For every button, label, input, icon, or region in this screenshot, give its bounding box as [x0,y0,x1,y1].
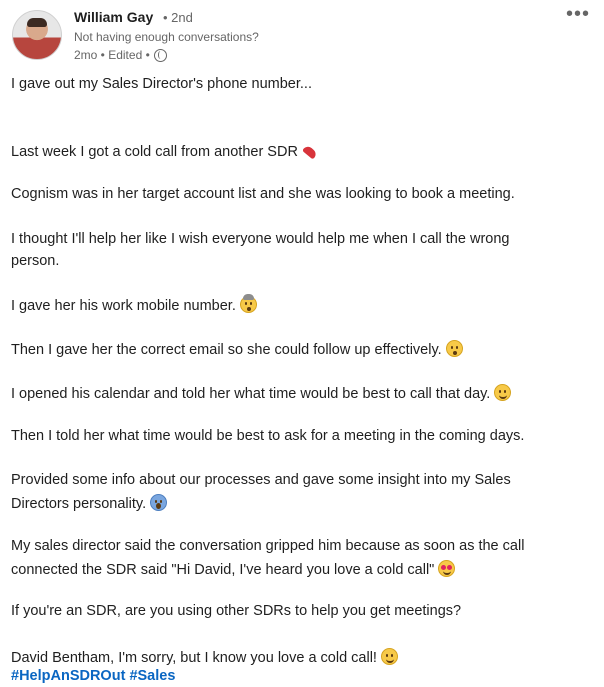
more-options-icon[interactable]: ••• [566,4,590,24]
telephone-receiver-icon [302,143,318,159]
post-line: My sales director said the conversation … [11,538,525,554]
smiling-face-icon [494,384,512,401]
post-line: Then I gave her the correct email so she… [11,340,463,358]
globe-icon [153,48,167,62]
post-line: I opened his calendar and told her what … [11,384,512,402]
post-line: connected the SDR said "Hi David, I've h… [11,560,456,578]
post-line: David Bentham, I'm sorry, but I know you… [11,648,398,666]
author-headline: Not having enough conversations? [74,30,259,44]
feed-post: William Gay • 2nd Not having enough conv… [0,0,604,687]
post-line: Provided some info about our processes a… [11,472,511,488]
connection-degree: • 2nd [163,10,193,25]
screaming-face-icon [150,494,168,511]
post-line: If you're an SDR, are you using other SD… [11,603,462,619]
post-line: I thought I'll help her like I wish ever… [11,231,510,247]
post-line: Cognism was in her target account list a… [11,186,515,202]
post-line: I gave her his work mobile number. [11,294,257,314]
avatar[interactable] [12,10,62,60]
post-line: Then I told her what time would be best … [11,428,525,444]
heart-eyes-icon [438,560,456,577]
author-name[interactable]: William Gay [74,9,153,25]
hashtag-link[interactable]: #HelpAnSDROut [11,668,125,684]
winking-face-icon [380,648,398,665]
post-line: Directors personality. [11,494,168,512]
hashtag-link[interactable]: #Sales [129,668,175,684]
post-meta: 2mo • Edited • [74,48,167,62]
post-line: Last week I got a cold call from another… [11,143,318,160]
exploding-head-icon [239,294,257,313]
hushed-face-icon [445,340,463,357]
post-time: 2mo • Edited • [74,48,150,62]
post-line: I gave out my Sales Director's phone num… [11,76,312,92]
post-line: person. [11,253,60,269]
hashtag-row: #HelpAnSDROut #Sales [11,668,175,684]
